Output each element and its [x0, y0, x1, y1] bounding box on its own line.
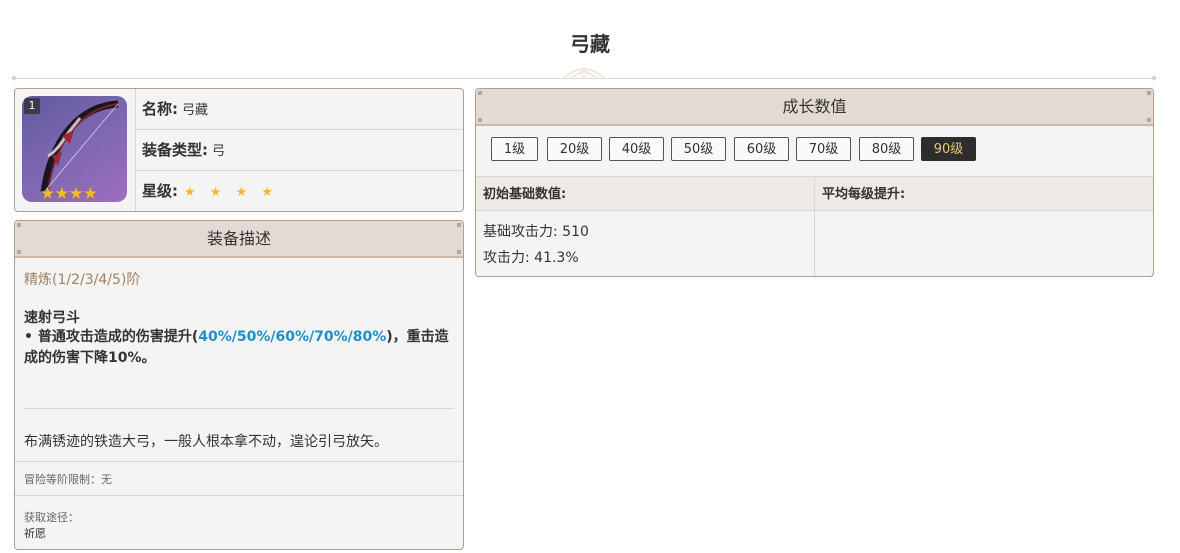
level-button-90[interactable]: 90级 [921, 137, 976, 161]
level-button-1[interactable]: 1级 [491, 137, 538, 161]
name-row: 名称: 弓藏 [136, 89, 463, 130]
type-label: 装备类型: [142, 141, 208, 159]
rarity-stars: ★ ★ ★ ★ [184, 185, 279, 200]
growth-header-title: 成长数值 [782, 97, 847, 116]
name-label: 名称: [142, 100, 178, 118]
base-stats-body: 基础攻击力: 510 攻击力: 41.3% [476, 211, 815, 276]
skill-text: • 普通攻击造成的伤害提升(40%/50%/60%/70%/80%)，重击造成的… [24, 327, 449, 369]
page-title: 弓藏 [570, 32, 610, 56]
level-button-20[interactable]: 20级 [547, 137, 602, 161]
refine-label: 精炼(1/2/3/4/5)阶 [24, 272, 141, 288]
source-label: 获取途径： [24, 511, 79, 524]
base-stats-header: 初始基础数值: [476, 176, 815, 211]
level-button-80[interactable]: 80级 [859, 137, 914, 161]
level-button-60[interactable]: 60级 [734, 137, 789, 161]
skill-prefix: • 普通攻击造成的伤害提升( [24, 329, 199, 345]
refine-badge: 1 [24, 98, 40, 114]
type-row: 装备类型: 弓 [136, 130, 463, 171]
avg-growth-header: 平均每级提升: [815, 176, 1153, 211]
source-value: 祈愿 [24, 527, 46, 540]
description-separator [24, 408, 454, 409]
description-card: 装备描述 精炼(1/2/3/4/5)阶 速射弓斗 • 普通攻击造成的伤害提升(4… [14, 220, 464, 550]
skill-values: 40%/50%/60%/70%/80% [198, 329, 387, 345]
level-button-70[interactable]: 70级 [796, 137, 851, 161]
level-button-50[interactable]: 50级 [671, 137, 726, 161]
image-rarity-stars: ★★★★ [40, 184, 98, 202]
growth-card: 成长数值 1级 20级 40级 50级 60级 70级 80级 90级 初始基础… [475, 88, 1154, 277]
weapon-image-cell: 1 ★★★★ [15, 89, 136, 211]
weapon-info-card: 1 ★★★★ 名称: 弓藏 装备类型: 弓 星级: ★ ★ ★ ★ [14, 88, 464, 212]
description-header: 装备描述 [15, 221, 463, 258]
level-selector: 1级 20级 40级 50级 60级 70级 80级 90级 [476, 126, 1153, 176]
flavor-text: 布满锈迹的铁造大弓，一般人根本拿不动，遑论引弓放矢。 [24, 434, 388, 450]
stat-attack-percent: 攻击力: 41.3% [483, 250, 579, 266]
rank-limit: 冒险等阶限制：无 [15, 461, 463, 496]
rarity-row: 星级: ★ ★ ★ ★ [136, 171, 463, 211]
name-value: 弓藏 [182, 103, 209, 118]
stat-base-attack: 基础攻击力: 510 [483, 224, 589, 240]
type-value: 弓 [212, 144, 226, 159]
divider-ornament-icon [563, 68, 605, 79]
growth-header: 成长数值 [476, 89, 1153, 126]
rarity-label: 星级: [142, 182, 178, 200]
level-button-40[interactable]: 40级 [609, 137, 664, 161]
skill-name: 速射弓斗 [24, 310, 80, 326]
description-header-title: 装备描述 [206, 229, 271, 248]
weapon-image: 1 ★★★★ [22, 96, 127, 202]
